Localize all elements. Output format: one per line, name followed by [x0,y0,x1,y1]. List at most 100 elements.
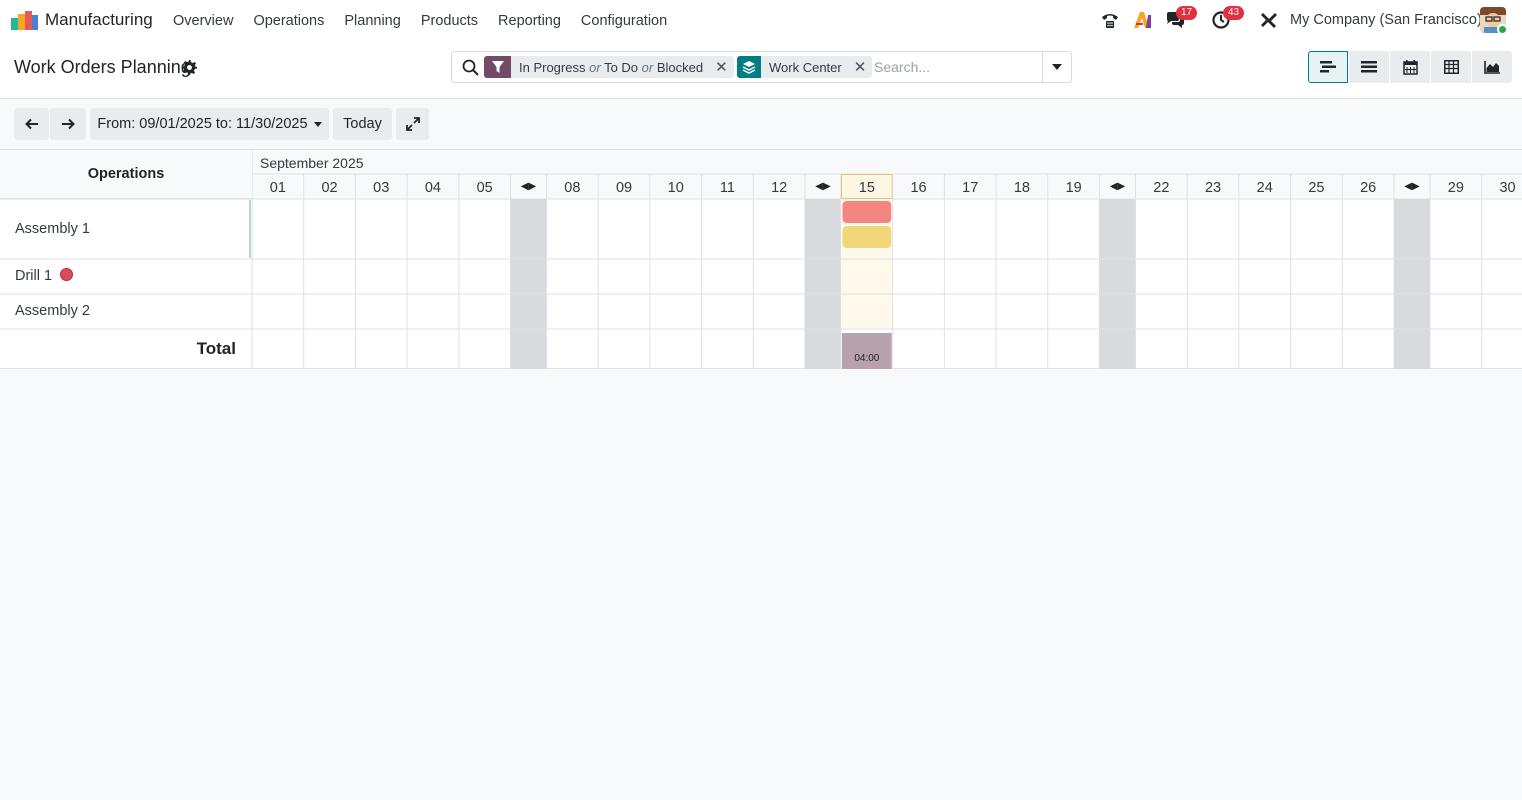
gantt-icon [1320,61,1336,73]
pivot-table-icon [1443,60,1459,74]
messages-icon[interactable]: 17 [1164,6,1198,31]
expand-weekend-icon[interactable]: ◀▶ [805,181,841,192]
activities-clock-icon[interactable]: 43 [1211,6,1245,31]
total-row-label: Total [196,339,236,358]
work-order-pill [842,226,892,248]
day-header: 03 [373,180,390,196]
filter-value: In Progress [519,59,586,75]
online-status-dot [1497,24,1508,35]
remove-filter-facet-icon[interactable]: ✕ [711,58,734,76]
day-header: 25 [1308,180,1325,196]
calendar-view-button[interactable] [1390,51,1430,83]
list-view-button[interactable] [1349,51,1389,83]
filter-value: To Do [604,59,639,75]
day-header: 02 [321,180,338,196]
expand-weekend-icon[interactable]: ◀▶ [511,181,547,192]
collapsed-column [510,199,547,369]
today-button[interactable]: Today [333,108,392,140]
total-hours-value: 04:00 [854,353,880,364]
day-header: 01 [269,180,286,196]
day-header: 10 [667,180,684,196]
main-menu: Overview Operations Planning Products Re… [163,0,677,41]
day-header: 29 [1447,180,1464,196]
top-navbar: Manufacturing Overview Operations Planni… [0,0,1522,41]
activities-count-badge: 43 [1223,6,1245,20]
day-header: 24 [1256,180,1273,196]
search-icon[interactable] [462,59,479,76]
remove-groupby-facet-icon[interactable]: ✕ [850,58,873,76]
day-header: 11 [719,180,735,196]
graph-view-button[interactable] [1472,51,1512,83]
page-title: Work Orders Planning [14,57,191,77]
day-header: 19 [1065,180,1082,196]
menu-configuration[interactable]: Configuration [571,13,677,29]
day-header: 23 [1204,180,1222,196]
search-bar: In Progress or To Do or Blocked ✕ Work C… [451,51,1072,83]
expand-weekend-icon[interactable]: ◀▶ [1394,181,1430,192]
layers-icon [737,56,761,78]
previous-period-button[interactable] [14,108,49,140]
day-header: 18 [1013,180,1030,196]
control-panel: Work Orders Planning In Progress or To D… [0,41,1522,99]
alert-dot-icon [60,268,74,281]
expand-rows-button[interactable] [396,108,429,140]
gantt-view-button[interactable] [1308,51,1348,83]
filter-or: or [589,59,601,75]
manufacturing-app-icon[interactable] [11,10,38,30]
day-header: 08 [564,180,581,196]
collapsed-column [805,199,841,369]
row-label-text: Drill 1 [15,268,53,284]
gantt-row-headers: Operations Assembly 1 Drill 1 Assembly 2… [0,150,252,369]
ai-assistant-icon[interactable] [1132,9,1154,31]
day-header: 17 [962,180,979,196]
expand-weekend-icon[interactable]: ◀▶ [1100,181,1136,192]
menu-overview[interactable]: Overview [163,13,243,29]
operations-header: Operations [0,150,252,199]
date-range-label: From: 09/01/2025 to: 11/30/2025 [97,116,308,132]
filter-icon [484,56,511,78]
arrow-left-icon [24,118,38,130]
day-header: 04 [424,180,441,196]
menu-products[interactable]: Products [411,13,488,29]
app-name[interactable]: Manufacturing [45,10,153,30]
day-header: 09 [615,180,633,196]
row-label-assembly-1: Assembly 1 [15,221,90,237]
groupby-facet: Work Center ✕ [737,56,873,78]
day-header: 26 [1360,180,1377,196]
month-header: September 2025 [260,155,364,171]
next-period-button[interactable] [50,108,86,140]
search-input[interactable] [874,57,1039,77]
day-header: 22 [1153,180,1170,196]
list-icon [1361,61,1377,73]
view-switcher [1308,51,1512,83]
pivot-view-button[interactable] [1431,51,1471,83]
row-label-assembly-2: Assembly 2 [15,303,90,319]
collapsed-column [1394,199,1430,369]
menu-reporting[interactable]: Reporting [488,13,571,29]
filter-value: Blocked [656,59,704,75]
work-order-pill [842,201,892,223]
date-range-dropdown[interactable]: From: 09/01/2025 to: 11/30/2025 [90,108,329,140]
groupby-facet-value: Work Center [769,59,842,75]
arrow-right-icon [62,118,75,130]
day-header: 16 [910,180,927,196]
filter-facet: In Progress or To Do or Blocked ✕ [484,56,734,78]
debug-tools-icon[interactable] [1258,9,1280,31]
day-header: 30 [1499,180,1516,196]
messages-count-badge: 17 [1176,6,1198,20]
caret-down-icon [313,121,322,127]
gantt-chart: Operations Assembly 1 Drill 1 Assembly 2… [0,149,1522,369]
menu-operations[interactable]: Operations [243,13,334,29]
search-options-toggle[interactable] [1042,52,1071,82]
day-header: 05 [476,180,493,196]
day-header: 15 [858,180,875,196]
company-switcher[interactable]: My Company (San Francisco) [1290,12,1482,28]
filter-facet-values: In Progress or To Do or Blocked [511,60,711,75]
phone-icon[interactable] [1099,9,1121,31]
calendar-icon [1402,59,1418,75]
caret-down-icon [1052,64,1062,70]
menu-planning[interactable]: Planning [334,13,410,29]
filter-or: or [641,59,654,75]
expand-icon [405,117,420,131]
gear-icon[interactable] [182,60,197,75]
